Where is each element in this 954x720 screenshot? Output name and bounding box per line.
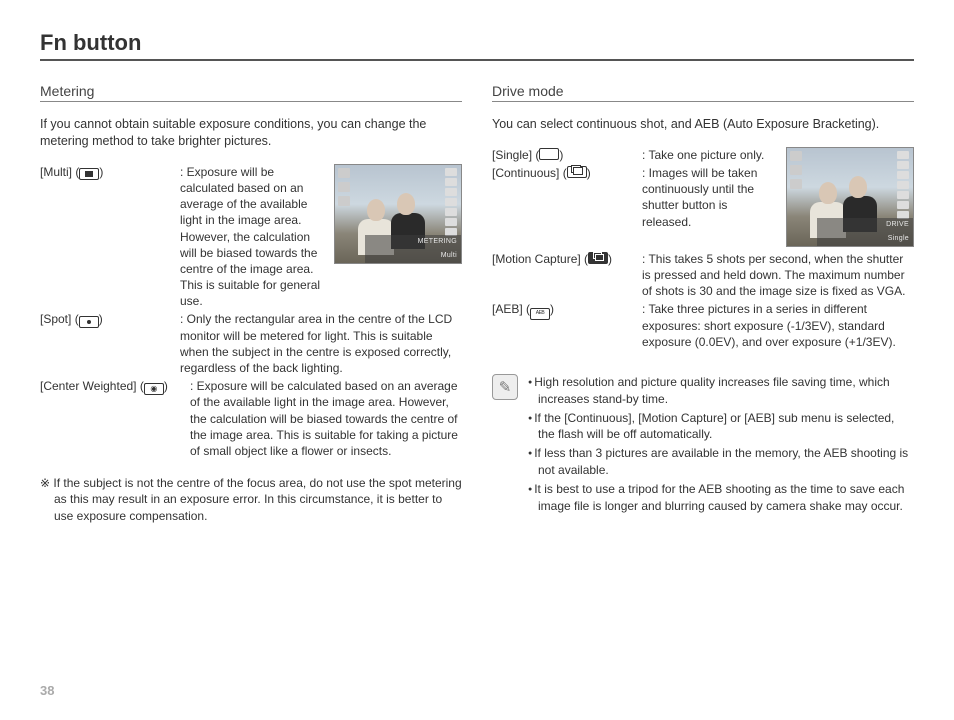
drive-note-1: High resolution and picture quality incr… [528, 374, 914, 408]
drive-continuous-desc: : Images will be taken continuously unti… [642, 165, 778, 230]
metering-banner-label: METERING [365, 235, 461, 249]
note-icon: ✎ [492, 374, 518, 400]
drive-note-2: If the [Continuous], [Motion Capture] or… [528, 410, 914, 444]
metering-spot-label: [Spot] () [40, 311, 180, 376]
metering-heading: Metering [40, 83, 462, 102]
drive-banner-value: Single [817, 232, 913, 246]
drive-note-4: It is best to use a tripod for the AEB s… [528, 481, 914, 515]
drive-aeb-label: [AEB] (AEB) [492, 301, 642, 350]
center-weighted-icon [144, 383, 164, 395]
drive-banner-label: DRIVE [817, 218, 913, 232]
drive-mode-section: Drive mode You can select continuous sho… [492, 83, 914, 524]
metering-intro: If you cannot obtain suitable exposure c… [40, 116, 462, 150]
drive-notes: High resolution and picture quality incr… [528, 374, 914, 516]
motion-capture-icon [588, 252, 608, 264]
metering-multi-label: [Multi] () [40, 164, 180, 310]
single-icon [539, 148, 559, 160]
drive-continuous-label: [Continuous] () [492, 165, 642, 230]
page-number: 38 [40, 683, 54, 698]
metering-preview-thumbnail: METERING Multi [334, 164, 462, 264]
drive-single-desc: : Take one picture only. [642, 147, 778, 163]
drive-preview-thumbnail: DRIVE Single [786, 147, 914, 247]
metering-note: If the subject is not the centre of the … [40, 475, 462, 524]
aeb-icon: AEB [530, 308, 550, 320]
multi-icon [79, 168, 99, 180]
metering-center-desc: : Exposure will be calculated based on a… [190, 378, 462, 459]
metering-banner-value: Multi [365, 249, 461, 263]
metering-center-label: [Center Weighted] () [40, 378, 190, 459]
drive-intro: You can select continuous shot, and AEB … [492, 116, 914, 133]
metering-section: Metering If you cannot obtain suitable e… [40, 83, 462, 524]
drive-heading: Drive mode [492, 83, 914, 102]
drive-note-3: If less than 3 pictures are available in… [528, 445, 914, 479]
page-title: Fn button [40, 30, 914, 61]
metering-spot-desc: : Only the rectangular area in the centr… [180, 311, 462, 376]
continuous-icon [567, 166, 587, 178]
drive-motion-desc: : This takes 5 shots per second, when th… [642, 251, 914, 300]
drive-single-label: [Single] () [492, 147, 642, 163]
metering-multi-desc: : Exposure will be calculated based on a… [180, 164, 326, 310]
drive-aeb-desc: : Take three pictures in a series in dif… [642, 301, 914, 350]
drive-motion-label: [Motion Capture] () [492, 251, 642, 300]
spot-icon [79, 316, 99, 328]
